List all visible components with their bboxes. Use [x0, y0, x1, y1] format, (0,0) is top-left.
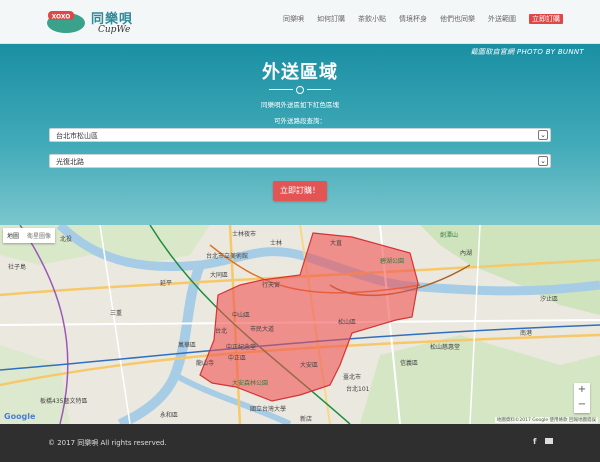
- map-label: 碧湖公園: [380, 257, 404, 265]
- map-label: 行天宮: [262, 281, 280, 289]
- chevron-down-icon[interactable]: ⌄: [538, 130, 548, 140]
- zoom-out-button[interactable]: −: [574, 398, 590, 413]
- delivery-subtitle: 同樂唄外送區如下紅色區塊: [261, 101, 339, 109]
- map-label: 永和區: [160, 411, 178, 419]
- photo-credit: 截圖取自官網 PHOTO BY BUNNT: [470, 48, 584, 56]
- map-attribution[interactable]: 地圖資料©2017 Google 使用條款 回報地圖錯誤: [494, 417, 598, 423]
- map-canvas[interactable]: 士林夜市 劍潭山 碧湖公園 大直 北投 社子島 延平 大同區 台北市立美術館 行…: [0, 225, 600, 424]
- brand-logo[interactable]: XOXO 同樂唄 CupWe: [46, 6, 146, 40]
- map-label: 臺北市: [343, 373, 361, 381]
- district-select[interactable]: 台北市松山區 ⌄: [49, 128, 551, 142]
- menu-item-how-to-order[interactable]: 如何訂購: [317, 14, 345, 24]
- query-label: 可外送路段查詢：: [274, 117, 326, 125]
- map-label: 中正紀念堂: [226, 343, 256, 351]
- menu-item-cups[interactable]: 情境杯身: [399, 14, 427, 24]
- map-label: 南港: [520, 329, 532, 337]
- map-label: 內湖: [460, 249, 472, 257]
- map-label: 大安森林公園: [232, 379, 268, 387]
- order-now-nav-button[interactable]: 立即訂購: [529, 14, 563, 24]
- map-label: 士林: [270, 239, 282, 247]
- map-label: 中正區: [228, 354, 246, 362]
- map-label: 劍潭山: [440, 231, 458, 239]
- top-navbar: XOXO 同樂唄 CupWe 同樂唄 如何訂購 茶飲小點 情境杯身 他們也同樂 …: [0, 0, 600, 44]
- site-footer: © 2017 同樂唄 All rights reserved. f: [0, 424, 600, 462]
- google-logo: Google: [4, 412, 36, 421]
- map-label: 中山區: [232, 311, 250, 319]
- map-label: 北投: [60, 235, 72, 243]
- map-type-tabs: 地圖 衛星圖像: [3, 228, 56, 243]
- map-label: 大同區: [210, 271, 228, 279]
- delivery-hero: 截圖取自官網 PHOTO BY BUNNT 外送區域 同樂唄外送區如下紅色區塊 …: [0, 44, 600, 225]
- copyright-text: © 2017 同樂唄 All rights reserved.: [48, 439, 167, 447]
- map-tab-map[interactable]: 地圖: [3, 228, 23, 243]
- page-title: 外送區域: [262, 62, 338, 83]
- map-label: 台北: [215, 327, 227, 335]
- title-divider: [269, 86, 331, 94]
- map-label: 汐止區: [540, 295, 558, 303]
- order-now-button[interactable]: 立即訂購！: [273, 181, 327, 201]
- map-label: 市民大道: [250, 325, 274, 333]
- map-label: 延平: [160, 279, 172, 287]
- district-select-value: 台北市松山區: [56, 132, 98, 140]
- map-label: 國立台灣大學: [250, 405, 286, 413]
- map-label: 萬華區: [178, 341, 196, 349]
- menu-item-customers[interactable]: 他們也同樂: [440, 14, 475, 24]
- menu-item-drinks[interactable]: 茶飲小點: [358, 14, 386, 24]
- menu-item-home[interactable]: 同樂唄: [283, 14, 304, 24]
- map-label: 新店: [300, 415, 312, 423]
- facebook-icon[interactable]: f: [533, 437, 536, 446]
- map-label: 板橋435藝文特區: [40, 397, 87, 405]
- zoom-in-button[interactable]: +: [574, 383, 590, 398]
- cup-logo-icon: XOXO: [47, 11, 85, 33]
- brand-tagline: CupWe: [98, 25, 131, 35]
- map-label: 松山區: [338, 318, 356, 326]
- main-menu: 同樂唄 如何訂購 茶飲小點 情境杯身 他們也同樂 外送範圍 立即訂購: [283, 14, 563, 24]
- map-label: 台北101: [346, 385, 370, 393]
- map-label: 大直: [330, 239, 342, 247]
- map-label: 大安區: [300, 361, 318, 369]
- map-label: 三重: [110, 309, 122, 317]
- mail-icon[interactable]: [545, 438, 553, 444]
- map-label: 士林夜市: [232, 230, 256, 238]
- map-tab-satellite[interactable]: 衛星圖像: [23, 228, 55, 243]
- menu-item-delivery-area[interactable]: 外送範圍: [488, 14, 516, 24]
- road-select-value: 光復北路: [56, 158, 84, 166]
- cup-logo-text: XOXO: [52, 14, 71, 21]
- map-label: 社子島: [8, 263, 26, 271]
- map-label: 信義區: [400, 359, 418, 367]
- road-select[interactable]: 光復北路 ⌄: [49, 154, 551, 168]
- chevron-down-icon[interactable]: ⌄: [538, 156, 548, 166]
- map-label: 松山慈惠堂: [430, 343, 460, 351]
- delivery-map[interactable]: 士林夜市 劍潭山 碧湖公園 大直 北投 社子島 延平 大同區 台北市立美術館 行…: [0, 225, 600, 424]
- map-label: 台北市立美術館: [206, 252, 248, 260]
- map-label: 龍山寺: [196, 359, 214, 367]
- zoom-control: + −: [574, 383, 590, 413]
